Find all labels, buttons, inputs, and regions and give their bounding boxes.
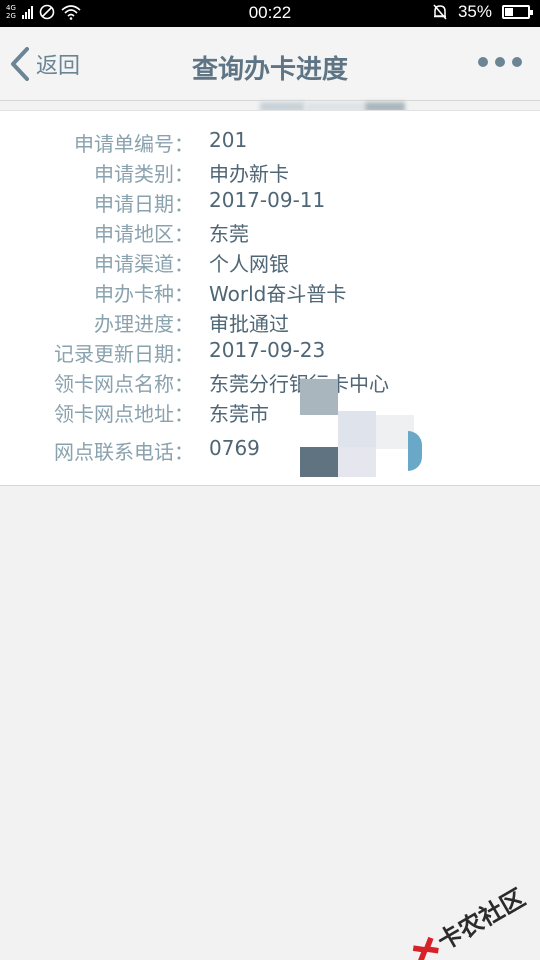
- detail-value: 2017-09-11: [209, 188, 326, 212]
- more-dot-icon: [512, 57, 522, 67]
- chevron-left-icon: [11, 47, 29, 81]
- detail-row-region: 申请地区： 东莞: [0, 218, 540, 248]
- detail-label: 申办卡种：: [94, 282, 194, 306]
- detail-row-branch-name: 领卡网点名称： 东莞分行银行卡中心: [0, 368, 540, 398]
- detail-label: 领卡网点地址：: [54, 402, 194, 426]
- detail-value: World奋斗普卡: [209, 282, 347, 306]
- detail-row-channel: 申请渠道： 个人网银: [0, 248, 540, 278]
- battery-icon: [502, 5, 533, 19]
- detail-value: 2017-09-23: [209, 338, 326, 362]
- more-button[interactable]: [478, 57, 522, 67]
- detail-row-progress: 办理进度： 审批通过: [0, 308, 540, 338]
- detail-value: 201: [209, 128, 248, 152]
- detail-value: 东莞: [209, 222, 249, 246]
- detail-label: 申请地区：: [94, 222, 194, 246]
- detail-row-application-type: 申请类别： 申办新卡: [0, 158, 540, 188]
- detail-row-branch-phone: 网点联系电话： 0769: [0, 436, 540, 466]
- detail-label: 记录更新日期：: [54, 342, 194, 366]
- detail-label: 申请日期：: [94, 192, 194, 216]
- silent-bell-icon: [433, 4, 447, 20]
- status-bar: 4G 2G 00:22 35%: [0, 0, 540, 27]
- detail-label: 网点联系电话：: [54, 440, 194, 464]
- detail-row-application-number: 申请单编号： 201: [0, 128, 540, 158]
- detail-value: 审批通过: [209, 312, 289, 336]
- application-details-card: 申请单编号： 201 申请类别： 申办新卡 申请日期： 2017-09-11 申…: [0, 110, 540, 486]
- detail-row-application-date: 申请日期： 2017-09-11: [0, 188, 540, 218]
- nav-bar: 返回 查询办卡进度: [0, 27, 540, 101]
- back-label: 返回: [36, 54, 81, 79]
- detail-label: 申请单编号：: [74, 132, 194, 156]
- detail-value: 东莞市: [209, 402, 269, 426]
- detail-value: 申办新卡: [209, 162, 289, 186]
- detail-label: 领卡网点名称：: [54, 372, 194, 396]
- watermark-text: 卡农社区: [432, 883, 530, 956]
- detail-label: 申请类别：: [94, 162, 194, 186]
- detail-label: 申请渠道：: [94, 252, 194, 276]
- status-right: 35%: [432, 2, 533, 22]
- back-button[interactable]: 返回: [10, 47, 80, 81]
- redaction-mosaic: [300, 379, 425, 479]
- page-title: 查询办卡进度: [191, 55, 348, 85]
- battery-percent: 35%: [457, 2, 492, 21]
- watermark: 卡农社区: [406, 878, 531, 960]
- detail-row-update-date: 记录更新日期： 2017-09-23: [0, 338, 540, 368]
- more-dot-icon: [478, 57, 488, 67]
- detail-value: 0769: [209, 436, 260, 460]
- detail-label: 办理进度：: [94, 312, 194, 336]
- detail-row-card-type: 申办卡种： World奋斗普卡: [0, 278, 540, 308]
- detail-value: 个人网银: [209, 252, 289, 276]
- more-dot-icon: [495, 57, 505, 67]
- detail-row-branch-address: 领卡网点地址： 东莞市: [0, 398, 540, 428]
